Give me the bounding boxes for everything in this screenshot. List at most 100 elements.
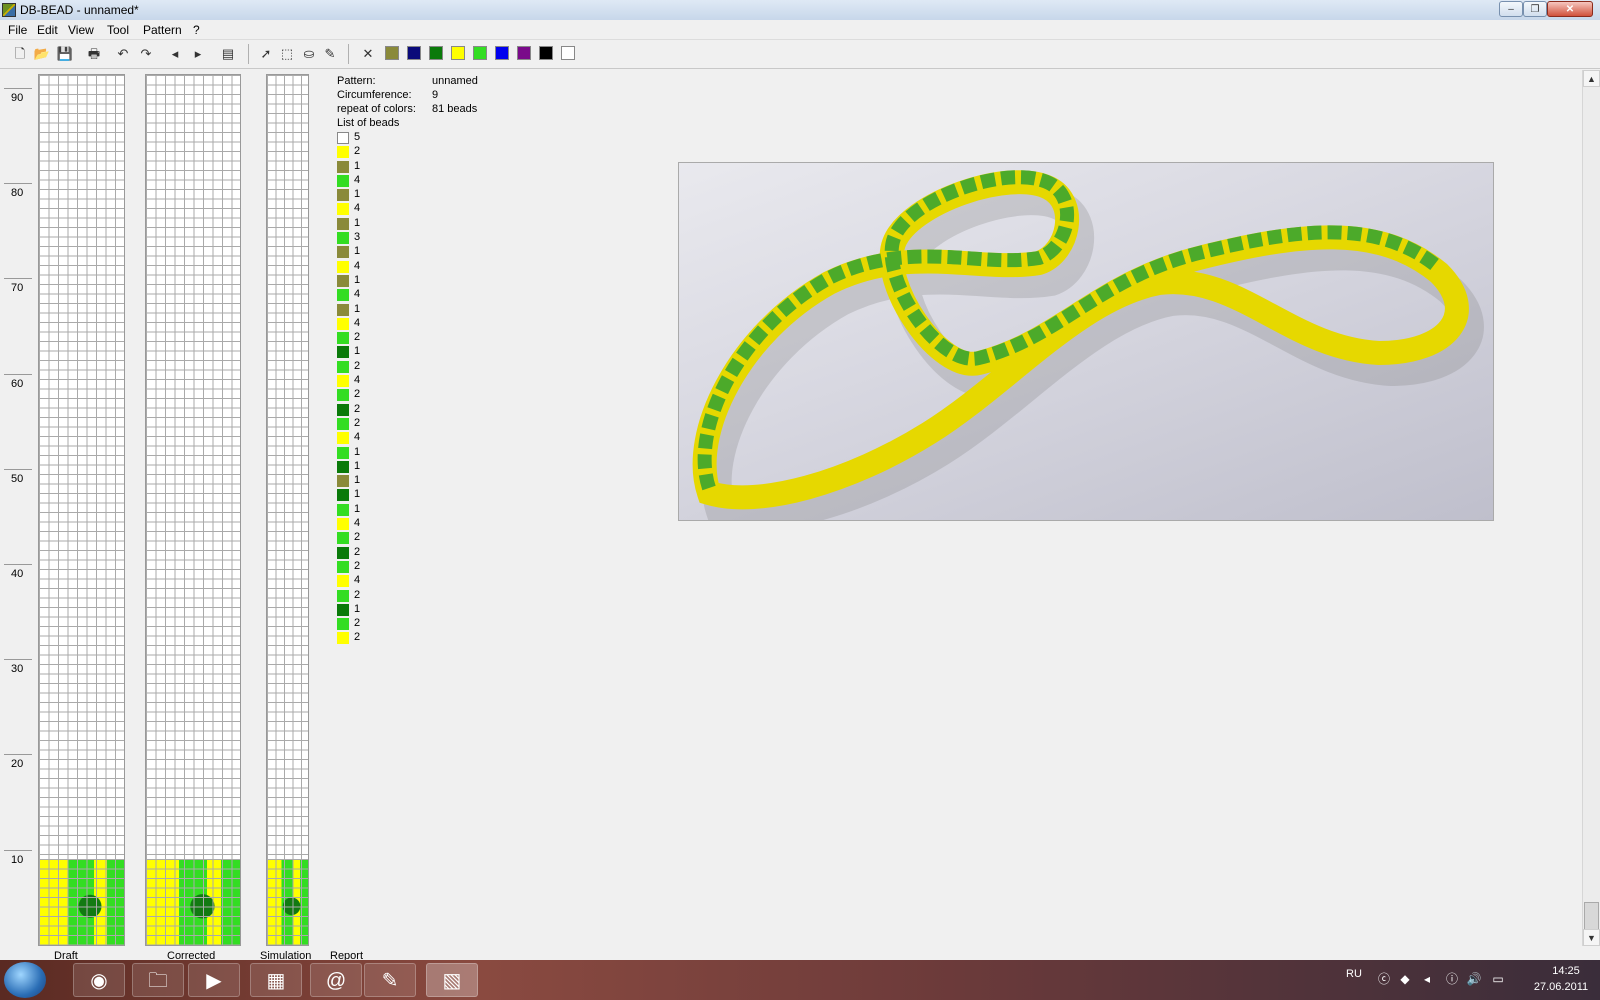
- ruler-tick: [4, 183, 32, 185]
- print-icon[interactable]: 🖶: [84, 44, 104, 64]
- palette-swatch[interactable]: [407, 46, 421, 60]
- palette-swatch[interactable]: [429, 46, 443, 60]
- preview-icon[interactable]: ▤: [218, 44, 238, 64]
- title-bar: DB-BEAD - unnamed* – ❐ ✕: [0, 0, 1600, 21]
- save-icon[interactable]: 💾: [55, 44, 75, 64]
- notepad-icon[interactable]: ✎: [364, 963, 416, 997]
- bead-color-swatch: [337, 575, 349, 588]
- snail-app-icon[interactable]: @: [310, 963, 362, 997]
- speaker-alert-icon[interactable]: ◂: [1419, 971, 1435, 987]
- bead-color-swatch: [337, 289, 349, 302]
- bead-count: 2: [354, 588, 361, 601]
- bead-count: 2: [354, 531, 361, 544]
- delete-color-icon[interactable]: ✕: [358, 44, 378, 64]
- scroll-thumb[interactable]: [1584, 902, 1599, 930]
- undo-icon[interactable]: ↶: [113, 44, 133, 64]
- bead-count: 4: [354, 288, 361, 301]
- ruler-tick: [4, 849, 32, 851]
- close-button[interactable]: ✕: [1547, 1, 1593, 17]
- bead-color-swatch: [337, 375, 349, 388]
- palette-swatch[interactable]: [517, 46, 531, 60]
- menu-tool[interactable]: Tool: [107, 23, 129, 37]
- bead-count: 2: [354, 631, 361, 644]
- language-indicator[interactable]: RU: [1346, 968, 1362, 980]
- palette-swatch[interactable]: [385, 46, 399, 60]
- menu-file[interactable]: File: [8, 23, 27, 37]
- palette-swatch[interactable]: [473, 46, 487, 60]
- update-icon[interactable]: ⓘ: [1444, 971, 1460, 987]
- ruler-tick: [4, 468, 32, 470]
- palette-swatch[interactable]: [539, 46, 553, 60]
- bead-count: 5: [354, 131, 361, 143]
- maximize-button[interactable]: ❐: [1523, 1, 1547, 17]
- media-player-icon[interactable]: ▶: [188, 963, 240, 997]
- bead-count: 2: [354, 145, 361, 158]
- redo-icon[interactable]: ↷: [136, 44, 156, 64]
- palette-swatch[interactable]: [495, 46, 509, 60]
- pointer-icon[interactable]: ➚: [256, 44, 276, 64]
- bead-color-swatch: [337, 346, 349, 359]
- arrow-left-icon[interactable]: ◂: [165, 44, 185, 64]
- antivirus-icon[interactable]: ⓒ: [1376, 971, 1392, 987]
- scroll-down-icon[interactable]: ▼: [1583, 929, 1600, 946]
- draft-grid[interactable]: [38, 74, 125, 946]
- ruler-label: 50: [11, 472, 24, 485]
- menu-edit[interactable]: Edit: [37, 23, 58, 37]
- eyedropper-icon[interactable]: ✎: [320, 44, 340, 64]
- ruler-label: 10: [11, 853, 24, 866]
- menu-pattern[interactable]: Pattern: [143, 23, 182, 37]
- new-icon[interactable]: 🗋: [10, 44, 30, 64]
- bead-count: 4: [354, 202, 361, 215]
- chrome-icon[interactable]: ◉: [73, 963, 125, 997]
- clock-date[interactable]: 27.06.2011: [1526, 981, 1596, 993]
- start-button[interactable]: [4, 962, 46, 998]
- circumference-label: Circumference:: [337, 89, 412, 101]
- bead-color-swatch: [337, 174, 349, 187]
- ruler-label: 90: [11, 92, 24, 104]
- palette-swatch[interactable]: [561, 46, 575, 60]
- app-icon[interactable]: [2, 3, 16, 17]
- menu-help[interactable]: ?: [193, 23, 200, 37]
- bead-color-swatch: [337, 460, 349, 473]
- select-rect-icon[interactable]: ⬚: [277, 44, 297, 64]
- palette-swatch[interactable]: [451, 46, 465, 60]
- ruler-tick: [4, 278, 32, 280]
- adobe-icon[interactable]: ◆: [1397, 971, 1413, 987]
- arrow-right-icon[interactable]: ▸: [188, 44, 208, 64]
- bead-color-swatch: [337, 274, 349, 287]
- bead-count: 2: [354, 617, 361, 630]
- bead-count: 1: [354, 502, 361, 515]
- bead-count: 1: [354, 245, 361, 258]
- bead-color-swatch: [337, 589, 349, 602]
- menu-view[interactable]: View: [68, 23, 94, 37]
- open-icon[interactable]: 📂: [32, 44, 52, 64]
- bead-color-swatch: [337, 432, 349, 445]
- bead-count: 4: [354, 431, 361, 444]
- bead-color-swatch: [337, 546, 349, 559]
- vertical-scrollbar[interactable]: ▲ ▼: [1582, 70, 1600, 946]
- bead-count: 1: [354, 602, 361, 615]
- ruler-label: 20: [11, 758, 24, 771]
- corrected-grid[interactable]: [145, 74, 241, 946]
- scroll-up-icon[interactable]: ▲: [1583, 70, 1600, 87]
- clock-time[interactable]: 14:25: [1536, 965, 1596, 977]
- bead-color-swatch: [337, 475, 349, 488]
- file-manager-icon[interactable]: ▦: [250, 963, 302, 997]
- ruler-tick: [4, 754, 32, 756]
- pattern-label: Pattern:: [337, 75, 376, 87]
- simulation-grid[interactable]: [266, 74, 309, 946]
- fill-icon[interactable]: ⛀: [299, 44, 319, 64]
- db-bead-icon[interactable]: ▧: [426, 963, 478, 997]
- repeat-label: repeat of colors:: [337, 103, 416, 115]
- bead-list-label: List of beads: [337, 117, 400, 129]
- bead-count: 2: [354, 559, 361, 572]
- ruler-tick: [4, 373, 32, 375]
- bead-count: 2: [354, 388, 361, 401]
- minimize-button[interactable]: –: [1499, 1, 1523, 17]
- bead-color-swatch: [337, 360, 349, 373]
- explorer-icon[interactable]: 🗀: [132, 963, 184, 997]
- bead-count: 2: [354, 359, 361, 372]
- volume-icon[interactable]: 🔊: [1466, 971, 1482, 987]
- toolbar-separator: [348, 44, 349, 64]
- network-icon[interactable]: ▭: [1490, 971, 1506, 987]
